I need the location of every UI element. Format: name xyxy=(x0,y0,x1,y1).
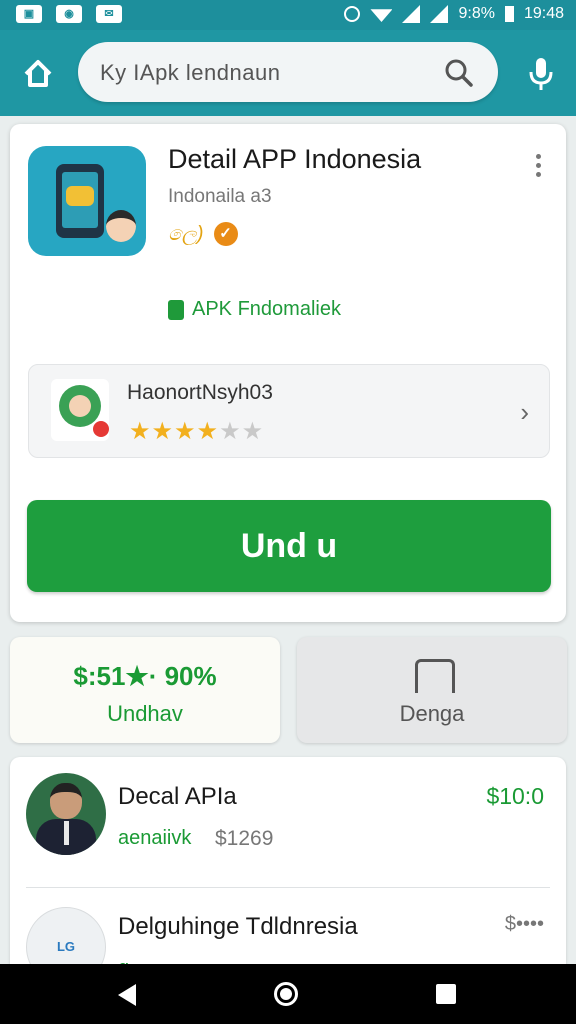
mail-icon: ✉ xyxy=(96,5,122,23)
badge-circle-icon: ✓ xyxy=(213,222,238,246)
app-icon xyxy=(28,146,146,256)
share-tile[interactable]: Denga xyxy=(297,637,567,743)
stars-empty: ★★ xyxy=(219,418,265,445)
stats-tile[interactable]: $:51★· 90% Undhav xyxy=(10,637,280,743)
battery-percent: 9:8% xyxy=(458,5,495,22)
status-bar: ▣ ◉ ✉ 9:8% 19:48 xyxy=(0,0,576,30)
apk-tag: APK Fndomaliek xyxy=(168,298,341,321)
developer-name: HaonortNsyh03 xyxy=(127,381,273,404)
app-title: Detail APP Indonesia xyxy=(168,144,422,174)
app-detail-card: Detail APP Indonesia Indonaila a3 ලෙ) ✓ … xyxy=(10,124,566,622)
microphone-icon[interactable] xyxy=(526,56,556,92)
wifi-icon xyxy=(370,9,393,22)
home-nav-icon[interactable] xyxy=(274,982,298,1006)
record-badge-icon xyxy=(93,421,109,437)
signal-icon-2 xyxy=(430,5,449,23)
stars-filled: ★★★★ xyxy=(129,418,220,445)
apk-tag-label: APK Fndomaliek xyxy=(192,298,341,320)
app-header: Ky IApk lendnaun xyxy=(0,30,576,116)
message-icon: ◉ xyxy=(56,5,82,23)
battery-icon xyxy=(504,6,514,22)
developer-row[interactable]: HaonortNsyh03 ★★★★★★ › xyxy=(28,364,550,458)
share-icon xyxy=(415,659,455,693)
home-icon xyxy=(24,60,52,87)
search-input[interactable]: Ky IApk lendnaun xyxy=(100,60,280,86)
list-item[interactable]: LG Delguhinge Tdldnresia $•••• ɑ••• xyxy=(10,757,566,977)
app-developer: Indonaila a3 xyxy=(168,186,272,207)
stats-label: Undhav xyxy=(107,701,183,726)
related-apps-list: Decal APIa aenaiivk $1269 $10:0 LG Delgu… xyxy=(10,757,566,977)
chevron-right-icon[interactable]: › xyxy=(520,397,529,428)
list-item-price: $•••• xyxy=(504,913,544,935)
notification-icon: ▣ xyxy=(16,5,42,23)
recent-apps-icon[interactable] xyxy=(436,984,456,1004)
status-right: 9:8% 19:48 xyxy=(344,5,564,23)
app-badges: ලෙ) ✓ xyxy=(168,222,238,246)
clock: 19:48 xyxy=(523,5,564,22)
rating-stars: ★★★★★★ xyxy=(129,417,264,446)
status-left-icons: ▣ ◉ ✉ xyxy=(16,5,122,23)
install-button[interactable]: Und u xyxy=(27,500,551,592)
signal-icon xyxy=(402,5,421,23)
home-button[interactable] xyxy=(18,54,58,94)
back-icon[interactable] xyxy=(118,984,136,1006)
search-bar[interactable]: Ky IApk lendnaun xyxy=(78,42,498,102)
alarm-icon xyxy=(344,6,361,22)
divider xyxy=(26,887,550,888)
android-icon xyxy=(168,299,184,320)
system-nav-bar xyxy=(0,964,576,1024)
list-item-title: Delguhinge Tdldnresia xyxy=(118,913,358,940)
more-options-icon[interactable] xyxy=(536,154,544,180)
search-icon[interactable] xyxy=(444,58,474,88)
developer-avatar xyxy=(51,379,109,441)
stats-value: $:51★· 90% xyxy=(73,661,217,691)
badge-text: ලෙ) xyxy=(168,222,204,245)
share-label: Denga xyxy=(399,701,465,726)
